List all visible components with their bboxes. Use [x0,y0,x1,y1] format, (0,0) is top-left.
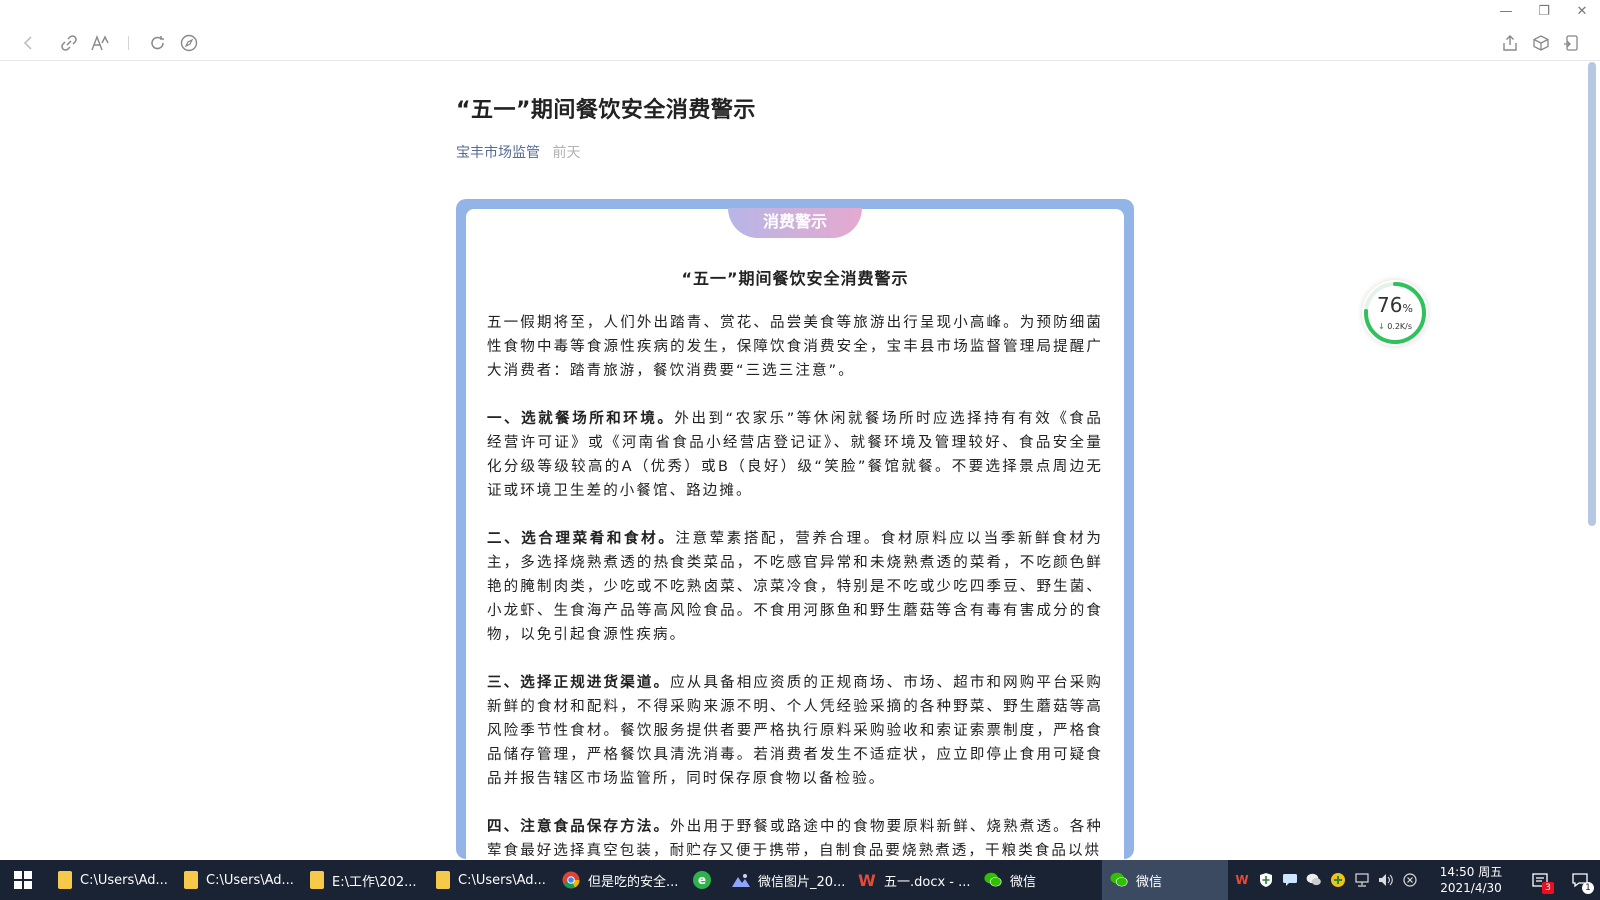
security-shield-icon[interactable] [1254,860,1278,900]
article-time: 前天 [552,145,581,161]
section-heading: 四、注意食品保存方法。 [487,819,671,835]
vertical-scrollbar[interactable] [1588,62,1596,526]
network-speed-widget[interactable]: 76% ↓ 0.2K/s [1362,280,1428,346]
task-label: 微信图片_20... [758,874,846,890]
taskbar-tasks: C:\Users\Ad... C:\Users\Ad... E:\工作\202.… [50,860,1228,900]
card-section: 四、注意食品保存方法。外出用于野餐或路途中的食物要原料新鲜、烧熟煮透。各种荤食最… [487,815,1103,863]
taskbar-item-browser[interactable]: e [680,860,724,900]
task-label: C:\Users\Ad... [206,872,294,888]
browser-e-icon: e [693,871,711,889]
taskbar: C:\Users\Ad... C:\Users\Ad... E:\工作\202.… [0,860,1600,900]
article-source-link[interactable]: 宝丰市场监管 [456,145,540,161]
wps-icon: W [858,870,876,890]
action-center-count: 1 [1582,882,1594,894]
toolbar-separator [128,36,129,50]
start-button[interactable] [0,860,46,900]
taskbar-item-photos[interactable]: 微信图片_20... [724,860,850,900]
photos-icon [732,871,750,889]
restore-button[interactable]: ❐ [1536,4,1552,19]
card-section: 二、选合理菜肴和食材。注意荤素搭配，营养合理。食材原料应以当季新鲜食材为主，多选… [487,527,1103,647]
article-meta: 宝丰市场监管 前天 [456,142,1136,162]
task-label: 微信 [1136,874,1163,890]
task-label: C:\Users\Ad... [458,872,546,888]
folder-icon [436,871,450,889]
taskbar-item-explorer-3[interactable]: E:\工作\202... [302,860,428,900]
folder-icon [184,871,198,889]
speed-percent: 76% [1377,293,1413,317]
taskbar-item-explorer-1[interactable]: C:\Users\Ad... [50,860,176,900]
section-text: 应从具备相应资质的正规商场、市场、超市和网购平台采购新鲜的食材和配料，不得采购来… [487,675,1103,787]
volume-icon[interactable] [1374,860,1398,900]
ime-close-icon[interactable] [1398,860,1422,900]
section-heading: 三、选择正规进货渠道。 [487,675,671,691]
card-body: 五一假期将至，人们外出踏青、赏花、品尝美食等旅游出行呈现小高峰。为预防细菌性食物… [487,311,1103,887]
section-heading: 一、选就餐场所和环境。 [487,411,675,427]
task-label: 但是吃的安全... [588,874,679,890]
clock-time: 14:50 周五 [1439,865,1503,879]
system-tray: W 14:50 周五 2021/4/30 3 1 [1230,860,1600,900]
compass-icon[interactable] [178,32,200,54]
warning-card: 消费警示 “五一”期间餐饮安全消费警示 五一假期将至，人们外出踏青、赏花、品尝美… [456,199,1134,859]
close-button[interactable]: ✕ [1574,4,1590,19]
card-title: “五一”期间餐饮安全消费警示 [681,269,909,288]
notification-count-badge: 3 [1542,882,1554,894]
card-badge: 消费警示 [728,208,862,238]
taskbar-clock[interactable]: 14:50 周五 2021/4/30 [1430,864,1512,896]
link-icon[interactable] [58,32,80,54]
window-controls: — ❐ ✕ [1498,4,1590,19]
taskbar-item-wechat-1[interactable]: 微信 [976,860,1102,900]
speed-rate: ↓ 0.2K/s [1377,322,1413,331]
taskbar-item-wps[interactable]: W 五一.docx - ... [850,860,976,900]
wechat-tray-icon[interactable] [1302,860,1326,900]
folder-icon [58,871,72,889]
folder-icon [310,871,324,889]
chrome-icon [562,871,580,889]
card-intro: 五一假期将至，人们外出踏青、赏花、品尝美食等旅游出行呈现小高峰。为预防细菌性食物… [487,315,1103,379]
plus-circle-icon[interactable] [1326,860,1350,900]
wps-tray-icon[interactable]: W [1230,860,1254,900]
section-heading: 二、选合理菜肴和食材。 [487,531,676,547]
warning-card-inner: 消费警示 “五一”期间餐饮安全消费警示 五一假期将至，人们外出踏青、赏花、品尝美… [466,208,1124,859]
taskbar-item-explorer-2[interactable]: C:\Users\Ad... [176,860,302,900]
share-icon[interactable] [1499,32,1521,54]
wechat-icon [1110,871,1128,889]
task-label: E:\工作\202... [332,874,417,890]
article-header: “五一”期间餐饮安全消费警示 宝丰市场监管 前天 [456,60,1136,162]
section-text: 注意荤素搭配，营养合理。食材原料应以当季新鲜食材为主，多选择烧熟煮透的热食类菜品… [487,531,1103,643]
taskbar-item-wechat-2[interactable]: 微信 [1102,860,1228,900]
article-title: “五一”期间餐饮安全消费警示 [456,98,756,123]
taskbar-item-chrome[interactable]: 但是吃的安全... [554,860,680,900]
phone-icon[interactable] [1560,32,1582,54]
download-arrow-icon: ↓ [1377,322,1385,331]
card-section: 一、选就餐场所和环境。外出到“农家乐”等休闲就餐场所时应选择持有有效《食品经营许… [487,407,1103,503]
message-icon[interactable] [1278,860,1302,900]
clock-date: 2021/4/30 [1440,881,1502,895]
taskbar-item-explorer-4[interactable]: C:\Users\Ad... [428,860,554,900]
minimize-button[interactable]: — [1498,4,1514,19]
refresh-icon[interactable] [147,32,169,54]
toolbar [0,24,1600,61]
wechat-icon [984,871,1002,889]
task-label: 五一.docx - ... [884,874,971,890]
network-icon[interactable] [1350,860,1374,900]
task-label: 微信 [1010,874,1037,890]
card-section: 三、选择正规进货渠道。应从具备相应资质的正规商场、市场、超市和网购平台采购新鲜的… [487,671,1103,791]
action-center-button[interactable]: 1 [1560,860,1600,900]
cube-icon[interactable] [1530,32,1552,54]
notifications-button[interactable]: 3 [1520,860,1560,900]
task-label: C:\Users\Ad... [80,872,168,888]
font-size-icon[interactable] [89,32,111,54]
windows-logo-icon [14,871,32,889]
back-icon[interactable] [18,32,40,54]
